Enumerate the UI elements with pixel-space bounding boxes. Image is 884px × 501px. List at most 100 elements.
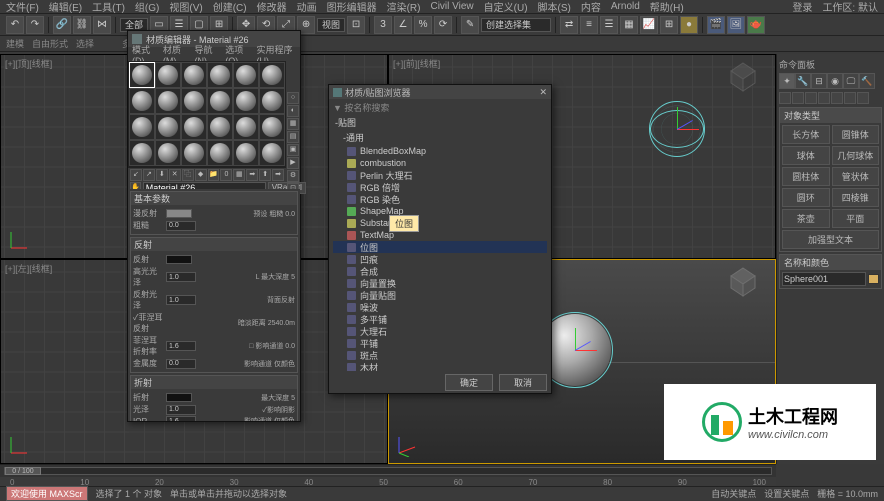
ribbon-icon[interactable]: ▦ [620,16,638,34]
subtab-shapes-icon[interactable] [792,92,804,104]
menu-tools[interactable]: 工具(T) [92,0,125,14]
btn-cone[interactable]: 圆锥体 [832,125,880,144]
browser-item[interactable]: RGB 倍增 [333,181,547,193]
curve-editor-icon[interactable]: 📈 [640,16,658,34]
ref-coord-dropdown[interactable]: 视图 [317,18,345,32]
browser-item[interactable]: 斑点 [333,349,547,361]
cancel-button[interactable]: 取消 [499,374,547,391]
menu-create[interactable]: 创建(C) [213,0,247,14]
subtab-geometry-icon[interactable] [779,92,791,104]
put-to-scene-icon[interactable]: ↗ [143,169,155,181]
subtab-lights-icon[interactable] [805,92,817,104]
material-slot[interactable] [129,88,155,114]
menu-file[interactable]: 文件(F) [6,0,39,14]
get-material-icon[interactable]: ↙ [130,169,142,181]
btn-sphere[interactable]: 球体 [782,146,830,165]
tab-modify-icon[interactable]: 🔧 [795,73,811,89]
material-slot[interactable] [129,140,155,166]
browser-item[interactable]: combustion [333,157,547,169]
menu-customize[interactable]: 自定义(U) [484,0,528,14]
rollout-reflection[interactable]: 反射 [131,238,297,251]
diffuse-swatch[interactable] [166,209,192,218]
param-spinner[interactable]: 1.0 [166,295,196,305]
param-spinner[interactable]: 0.0 [166,359,196,369]
material-slot[interactable] [259,140,285,166]
btn-tube[interactable]: 管状体 [832,167,880,186]
material-slot[interactable] [181,140,207,166]
material-slot[interactable] [207,88,233,114]
close-icon[interactable]: ✕ [539,87,547,98]
render-frame-icon[interactable]: 🖼 [727,16,745,34]
browser-item[interactable]: 木材 [333,361,547,371]
material-slot[interactable] [233,62,259,88]
btn-teapot[interactable]: 茶壶 [782,209,830,228]
material-slot[interactable] [155,140,181,166]
browser-item[interactable]: 凹痕 [333,253,547,265]
unlink-icon[interactable]: ⛓ [73,16,91,34]
snap-toggle-icon[interactable]: 3 [374,16,392,34]
menu-group[interactable]: 组(G) [135,0,159,14]
workspace-dropdown[interactable]: 工作区: 默认 [822,0,878,14]
ribbon-tab-freeform[interactable]: 自由形式 [32,37,68,50]
param-spinner[interactable]: 1.6 [166,341,196,351]
menu-graph-editors[interactable]: 图形编辑器 [327,0,377,14]
menu-arnold[interactable]: Arnold [611,1,640,12]
setkey-button[interactable]: 设置关键点 [764,487,809,500]
backlight-icon[interactable]: ◐ [287,105,299,117]
subtab-helpers-icon[interactable] [831,92,843,104]
named-selection-dropdown[interactable]: 创建选择集 [481,18,551,32]
render-icon[interactable]: 🫖 [747,16,765,34]
put-to-lib-icon[interactable]: 📁 [208,169,220,181]
browser-item[interactable]: TextMap [333,229,547,241]
material-slot[interactable] [155,88,181,114]
angle-snap-icon[interactable]: ∠ [394,16,412,34]
browser-item[interactable]: ShapeMap [333,205,547,217]
browser-group-general[interactable]: -通用 [333,130,547,145]
param-spinner[interactable]: 1.0 [166,405,196,415]
browser-item[interactable]: 平铺 [333,337,547,349]
browser-titlebar[interactable]: 材质/贴图浏览器 ✕ [329,85,551,99]
subtab-space-warps-icon[interactable] [844,92,856,104]
percent-snap-icon[interactable]: % [414,16,432,34]
assign-icon[interactable]: ⬇ [156,169,168,181]
render-setup-icon[interactable]: 🎬 [707,16,725,34]
ribbon-tab-modeling[interactable]: 建模 [6,37,24,50]
viewcube-icon[interactable] [725,59,761,95]
tab-display-icon[interactable]: 🖵 [843,73,859,89]
bind-icon[interactable]: ⋈ [93,16,111,34]
browser-item[interactable]: 大理石 [333,325,547,337]
viewport-label-top[interactable]: [+][顶][线框] [5,57,52,70]
object-name-input[interactable] [782,272,866,286]
schematic-icon[interactable]: ⊞ [660,16,678,34]
rollout-refraction[interactable]: 折射 [131,376,297,389]
subtab-cameras-icon[interactable] [818,92,830,104]
menu-view[interactable]: 视图(V) [169,0,202,14]
browser-item[interactable]: 向量贴图 [333,289,547,301]
login-link[interactable]: 登录 [792,0,812,14]
menu-edit[interactable]: 编辑(E) [49,0,82,14]
sphere-wireframe[interactable] [649,101,705,157]
tab-motion-icon[interactable]: ◉ [827,73,843,89]
material-slot[interactable] [233,140,259,166]
menu-help[interactable]: 帮助(H) [650,0,684,14]
browser-search-row[interactable]: ▼ 按名称搜索 [329,99,551,116]
material-editor-icon[interactable]: ● [680,16,698,34]
ribbon-tab-selection[interactable]: 选择 [76,37,94,50]
object-color-swatch[interactable] [868,274,879,284]
param-swatch[interactable] [166,255,192,264]
browser-item[interactable]: 合成 [333,265,547,277]
redo-icon[interactable]: ↷ [26,16,44,34]
pivot-icon[interactable]: ⊡ [347,16,365,34]
menu-content[interactable]: 内容 [581,0,601,14]
btn-torus[interactable]: 圆环 [782,188,830,207]
material-slot[interactable] [155,114,181,140]
btn-cylinder[interactable]: 圆柱体 [782,167,830,186]
material-slot[interactable] [129,114,155,140]
go-sibling-icon[interactable]: ➡ [272,169,284,181]
viewcube-icon[interactable] [725,264,761,300]
sample-uv-icon[interactable]: ▤ [287,131,299,143]
browser-item[interactable]: Substance [333,217,547,229]
video-check-icon[interactable]: ▣ [287,144,299,156]
time-slider-thumb[interactable]: 0 / 100 [5,467,41,475]
browser-item[interactable]: 噪波 [333,301,547,313]
